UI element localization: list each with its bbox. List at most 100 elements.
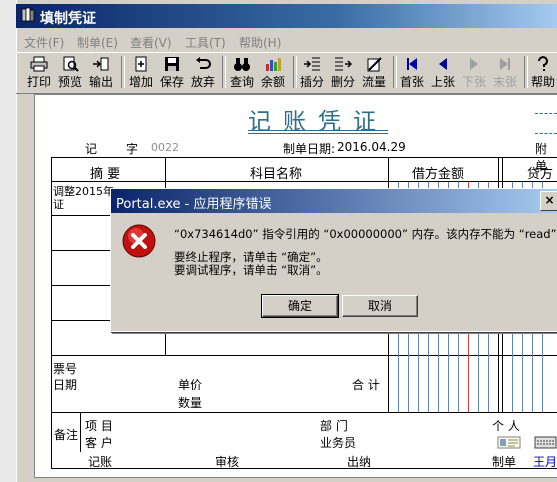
discard-label: 放弃	[190, 75, 215, 89]
unit-price-label: 单价	[178, 378, 203, 392]
project-label: 项 目	[85, 419, 113, 433]
auditor-label: 审核	[215, 455, 240, 469]
dialog-close-button[interactable]: ×	[540, 191, 557, 211]
preview-button[interactable]: 预览	[55, 54, 85, 90]
insert-row-icon	[304, 57, 320, 71]
printer-icon	[30, 56, 48, 72]
add-icon	[135, 56, 147, 72]
title-underline	[248, 130, 388, 131]
menu-voucher[interactable]: 制单(E)	[77, 34, 118, 51]
save-icon	[165, 57, 179, 71]
print-label: 打印	[26, 75, 51, 89]
save-label: 保存	[159, 75, 184, 89]
grid-line	[51, 412, 557, 413]
flow-button[interactable]: 流量	[359, 54, 389, 90]
person-label: 个 人	[492, 419, 520, 433]
col-debit-header: 借方金额	[412, 167, 465, 182]
prev-label: 上张	[430, 75, 455, 89]
grid-line	[80, 412, 81, 452]
title-underline	[248, 133, 388, 134]
remark-label: 备注	[54, 428, 79, 442]
balance-icon	[266, 58, 281, 71]
query-button[interactable]: 查询	[227, 54, 257, 90]
cancel-button[interactable]: 取消	[342, 295, 418, 317]
add-button[interactable]: 增加	[126, 54, 156, 90]
first-icon	[407, 58, 417, 70]
preview-label: 预览	[57, 75, 82, 89]
delete-row-label: 删分	[330, 75, 355, 89]
add-label: 增加	[128, 75, 153, 89]
dashed-line	[535, 133, 557, 134]
toolbar-separator	[121, 56, 125, 88]
zi-label: 字	[126, 142, 139, 156]
insert-row-button[interactable]: 插分	[297, 54, 327, 90]
last-icon	[500, 58, 510, 70]
bookkeeper-label: 记账	[88, 455, 113, 469]
error-instruction-cancel: 要调试程序，请单击 “取消”。	[174, 263, 328, 277]
save-button[interactable]: 保存	[157, 54, 187, 90]
keyboard-icon[interactable]	[534, 436, 557, 449]
menu-view[interactable]: 查看(V)	[130, 34, 172, 51]
card-icon[interactable]	[497, 436, 521, 449]
voucher-type[interactable]: 记	[85, 140, 97, 157]
export-button[interactable]: 输出	[86, 54, 116, 90]
dashed-line	[535, 113, 557, 114]
flow-label: 流量	[361, 75, 386, 89]
prev-icon	[439, 58, 447, 70]
col-account-header: 科目名称	[250, 167, 303, 182]
print-button[interactable]: 打印	[24, 54, 54, 90]
menu-file[interactable]: 文件(F)	[24, 34, 64, 51]
date-label: 制单日期:	[283, 142, 336, 156]
app-icon	[21, 7, 35, 22]
voucher-date[interactable]: 2016.04.29	[337, 140, 406, 154]
voucher-number[interactable]: 0022	[151, 141, 179, 154]
prev-button[interactable]: 上张	[428, 54, 458, 90]
export-icon	[93, 57, 109, 71]
next-label: 下张	[461, 75, 486, 89]
customer-label: 客 户	[85, 436, 113, 450]
toolbar-separator	[222, 56, 226, 88]
cashier-label: 出纳	[347, 455, 372, 469]
export-label: 输出	[88, 75, 113, 89]
insert-row-label: 插分	[299, 75, 324, 89]
close-icon: ×	[544, 193, 555, 207]
next-icon	[470, 58, 478, 70]
background-window-edge	[0, 0, 17, 482]
grid-line	[51, 181, 557, 182]
first-button[interactable]: 首张	[397, 54, 427, 90]
discard-button[interactable]: 放弃	[188, 54, 218, 90]
menu-help[interactable]: 帮助(H)	[239, 34, 281, 51]
window-title: 填制凭证	[40, 11, 96, 27]
query-label: 查询	[229, 75, 254, 89]
error-icon	[122, 224, 156, 258]
undo-icon	[196, 57, 211, 69]
delete-row-icon	[335, 57, 352, 71]
delete-row-button[interactable]: 删分	[328, 54, 358, 90]
ok-button[interactable]: 确定	[261, 294, 339, 318]
grid-line	[51, 355, 557, 356]
bill-no-label: 票号	[53, 362, 78, 376]
preview-icon	[63, 56, 79, 72]
maker-label: 制单	[492, 455, 517, 469]
help-button[interactable]: 帮助	[528, 54, 557, 90]
dept-label: 部 门	[320, 419, 348, 433]
error-message: “0x734614d0” 指令引用的 “0x00000000” 内存。该内存不能…	[174, 227, 557, 241]
menu-tools[interactable]: 工具(T)	[185, 34, 226, 51]
flow-icon	[367, 57, 382, 72]
first-label: 首张	[399, 75, 424, 89]
window-titlebar[interactable]	[16, 4, 557, 28]
dialog-title: Portal.exe - 应用程序错误	[116, 197, 272, 212]
last-label: 末张	[492, 75, 517, 89]
col-credit-header: 贷方	[527, 167, 554, 182]
total-label: 合 计	[352, 378, 380, 392]
maker-name: 王月	[533, 455, 557, 469]
balance-button[interactable]: 余额	[258, 54, 288, 90]
bill-date-label: 日期	[53, 378, 78, 392]
balance-label: 余额	[260, 75, 285, 89]
col-summary-header: 摘 要	[90, 167, 121, 182]
quantity-label: 数量	[178, 396, 203, 410]
row1-summary-cont[interactable]: 证	[53, 196, 64, 212]
help-icon	[538, 56, 548, 71]
last-button[interactable]: 末张	[490, 54, 520, 90]
next-button[interactable]: 下张	[459, 54, 489, 90]
